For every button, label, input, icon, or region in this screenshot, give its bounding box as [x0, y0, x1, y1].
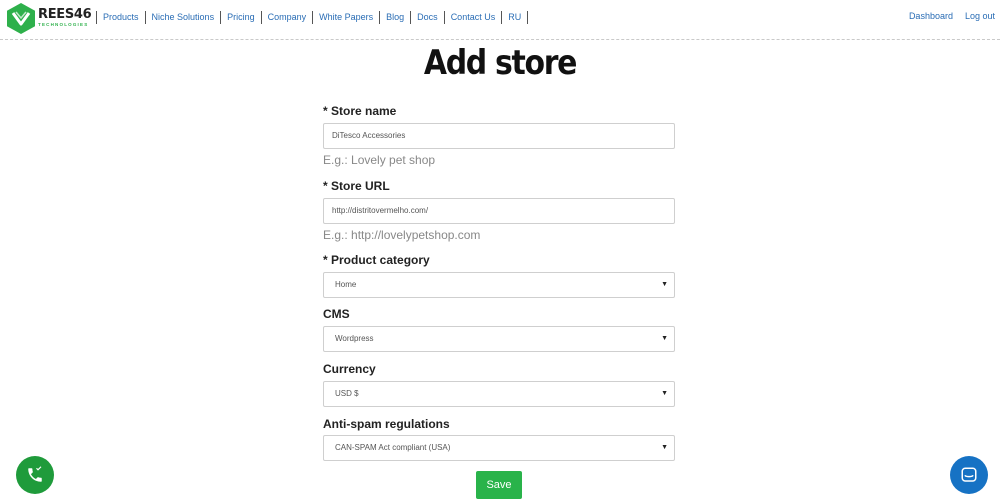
anti-spam-label: Anti-spam regulations	[323, 417, 450, 431]
store-name-label: * Store name	[323, 104, 397, 118]
brand-tagline: TECHNOLOGIES	[38, 22, 89, 28]
nav-item-blog[interactable]: Blog	[380, 12, 410, 22]
top-header: REES46 TECHNOLOGIES Products Niche Solut…	[0, 0, 1000, 40]
page-title: Add store	[423, 43, 578, 83]
cms-select[interactable]: Wordpress ▼	[323, 326, 675, 352]
nav-item-white-papers[interactable]: White Papers	[313, 12, 379, 22]
anti-spam-value: CAN-SPAM Act compliant (USA)	[335, 443, 451, 452]
nav-item-niche-solutions[interactable]: Niche Solutions	[146, 12, 221, 22]
currency-select[interactable]: USD $ ▼	[323, 381, 675, 407]
chat-icon	[961, 467, 977, 482]
store-url-label: * Store URL	[323, 179, 390, 193]
anti-spam-select[interactable]: CAN-SPAM Act compliant (USA) ▼	[323, 435, 675, 461]
save-button[interactable]: Save	[476, 471, 522, 499]
brand-name: REES46	[38, 7, 92, 23]
nav-item-docs[interactable]: Docs	[411, 12, 444, 22]
store-name-input[interactable]: DiTesco Accessories	[323, 123, 675, 149]
store-name-hint: E.g.: Lovely pet shop	[323, 153, 436, 167]
nav-divider	[527, 10, 529, 24]
product-category-select[interactable]: Home ▼	[323, 272, 675, 298]
product-category-label: * Product category	[323, 253, 430, 267]
account-links: Dashboard Log out	[897, 11, 995, 21]
call-widget-button[interactable]	[16, 456, 54, 494]
product-category-value: Home	[335, 280, 357, 289]
currency-value: USD $	[335, 389, 359, 398]
currency-label: Currency	[323, 362, 376, 376]
cms-value: Wordpress	[335, 334, 374, 343]
phone-icon	[28, 466, 42, 482]
nav-item-company[interactable]: Company	[262, 12, 313, 22]
nav-item-products[interactable]: Products	[97, 12, 145, 22]
store-url-input[interactable]: http://distritovermelho.com/	[323, 198, 675, 224]
dashboard-link[interactable]: Dashboard	[897, 11, 953, 21]
cms-label: CMS	[323, 307, 350, 321]
logout-link[interactable]: Log out	[953, 11, 995, 21]
logo-hexagon-icon	[7, 2, 35, 34]
main-nav: Products Niche Solutions Pricing Company…	[96, 10, 529, 24]
chat-widget-button[interactable]	[950, 456, 988, 494]
caret-down-icon: ▼	[661, 444, 668, 451]
caret-down-icon: ▼	[661, 281, 668, 288]
brand-logo[interactable]: REES46 TECHNOLOGIES	[7, 2, 92, 34]
caret-down-icon: ▼	[661, 335, 668, 342]
nav-item-language-ru[interactable]: RU	[502, 12, 527, 22]
nav-item-contact-us[interactable]: Contact Us	[445, 12, 502, 22]
caret-down-icon: ▼	[661, 390, 668, 397]
nav-item-pricing[interactable]: Pricing	[221, 12, 261, 22]
store-url-hint: E.g.: http://lovelypetshop.com	[323, 228, 481, 242]
